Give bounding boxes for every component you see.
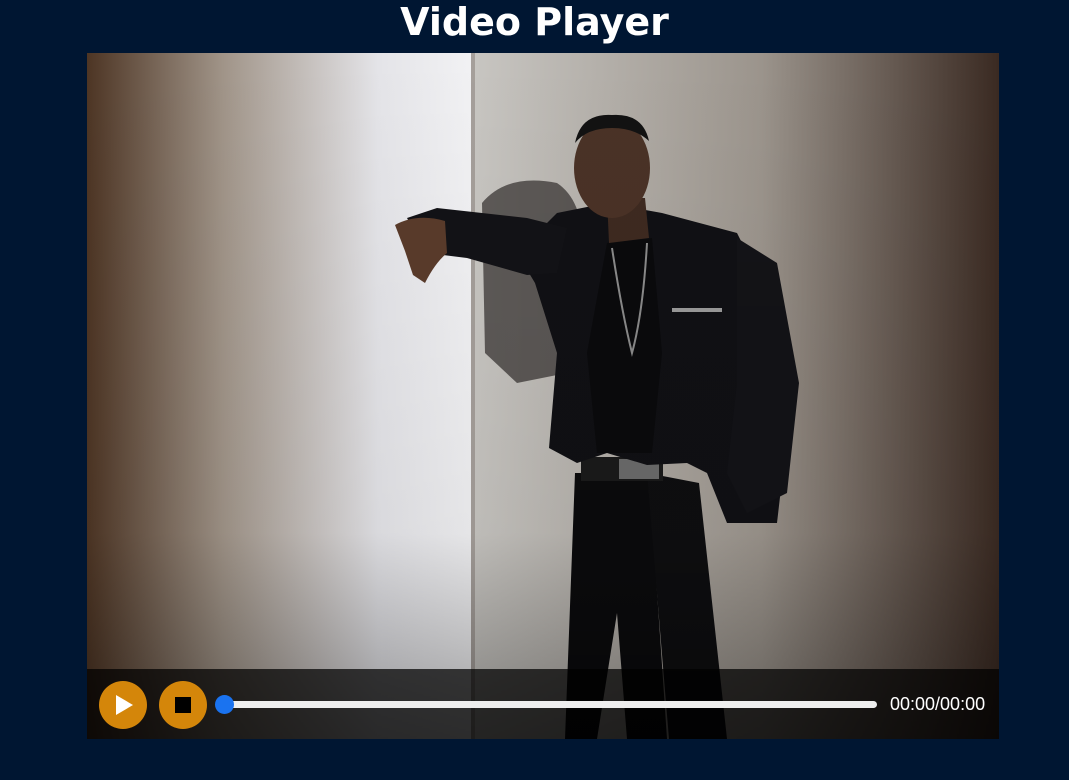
stop-button[interactable]: [159, 681, 207, 729]
video-controls: 00:00/00:00: [87, 669, 999, 739]
progress-slider[interactable]: [215, 695, 877, 714]
play-button[interactable]: [99, 681, 147, 729]
play-icon: [116, 695, 133, 715]
video-frame[interactable]: [87, 53, 999, 739]
time-display: 00:00/00:00: [890, 694, 986, 714]
page-title: Video Player: [400, 0, 669, 44]
page: Video Player 00:00/00:00: [0, 0, 1069, 780]
stop-icon: [175, 697, 191, 713]
progress-thumb[interactable]: [215, 695, 234, 714]
video-player[interactable]: 00:00/00:00: [87, 53, 999, 739]
